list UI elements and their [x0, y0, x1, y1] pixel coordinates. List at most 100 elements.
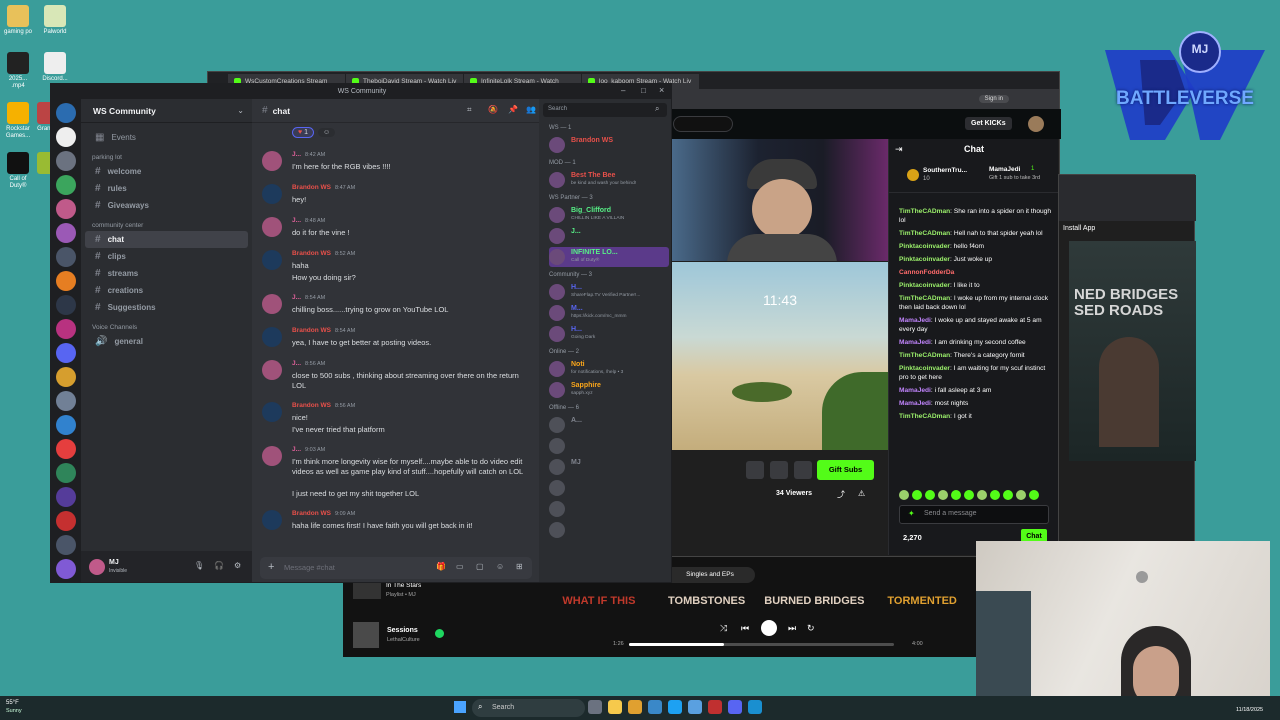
server-icon[interactable]: [56, 559, 76, 579]
threads-icon[interactable]: ⌗: [467, 105, 472, 115]
sparkle-icon[interactable]: [794, 461, 812, 479]
pin-icon[interactable]: 📌: [508, 105, 518, 114]
install-app-button[interactable]: Install App: [1063, 225, 1095, 232]
taskbar-app-icon[interactable]: [608, 700, 622, 714]
emote-icon[interactable]: [938, 490, 948, 500]
emote-icon[interactable]: [1029, 490, 1039, 500]
message-author[interactable]: Brandon WS: [292, 510, 331, 517]
channel-item[interactable]: # welcome: [85, 163, 248, 180]
desktop-shortcut[interactable]: Discord...: [40, 52, 70, 83]
emote-icon[interactable]: [990, 490, 1000, 500]
member-item[interactable]: Sapphire sapph.xyz: [549, 380, 669, 400]
events-link[interactable]: ▦ Events: [85, 129, 248, 146]
album-card[interactable]: TOMBSTONES: [653, 595, 761, 615]
member-item[interactable]: M... https://kick.com/mc_mmm: [549, 303, 669, 323]
taskbar-app-icon[interactable]: [648, 700, 662, 714]
maximize-icon[interactable]: □: [641, 86, 646, 95]
member-item[interactable]: INFINITE LO... Call of Duty®: [549, 247, 669, 267]
avatar[interactable]: [89, 559, 105, 575]
taskbar-app-icon[interactable]: [668, 700, 682, 714]
headphones-icon[interactable]: 🎧: [214, 561, 224, 570]
server-icon[interactable]: [56, 439, 76, 459]
channel-item[interactable]: # clips: [85, 248, 248, 265]
server-icon[interactable]: [56, 247, 76, 267]
avatar[interactable]: [262, 327, 282, 347]
message-author[interactable]: J...: [292, 294, 301, 301]
message-author[interactable]: J...: [292, 446, 301, 453]
desktop-shortcut[interactable]: 2025... .mp4: [3, 52, 33, 90]
taskbar-app-icon[interactable]: [708, 700, 722, 714]
server-icon[interactable]: [56, 343, 76, 363]
channel-category[interactable]: Voice Channels: [81, 316, 252, 333]
server-icon[interactable]: [56, 319, 76, 339]
sticker-icon[interactable]: ▢: [476, 562, 484, 571]
weather-temp[interactable]: 55°F: [6, 700, 19, 706]
start-icon[interactable]: [454, 701, 466, 713]
server-icon[interactable]: [56, 151, 76, 171]
album-card[interactable]: WHAT IF THIS: [545, 595, 653, 615]
avatar[interactable]: [262, 360, 282, 380]
album-card[interactable]: BURNED BRIDGES: [761, 595, 869, 615]
add-attachment-icon[interactable]: +: [268, 561, 274, 573]
pause-button[interactable]: [761, 620, 777, 636]
chat-username[interactable]: TimTheCADman: [899, 413, 950, 420]
channel-category[interactable]: community center: [81, 214, 252, 231]
taskbar-app-icon[interactable]: [728, 700, 742, 714]
taskbar-search[interactable]: ⌕ Search: [472, 699, 585, 717]
server-icon[interactable]: [56, 415, 76, 435]
chat-username[interactable]: TimTheCADman: [899, 208, 950, 215]
track-artist[interactable]: LethalCulture: [387, 637, 420, 643]
chat-username[interactable]: MamaJedi: [899, 317, 931, 324]
avatar[interactable]: [262, 151, 282, 171]
chat-username[interactable]: MamaJedi: [899, 400, 931, 407]
server-icon[interactable]: [56, 271, 76, 291]
server-icon[interactable]: [56, 103, 76, 123]
get-kicks-button[interactable]: Get KICKs: [965, 117, 1012, 130]
avatar[interactable]: [262, 217, 282, 237]
singles-and-eps-tab[interactable]: Singles and EPs: [665, 567, 755, 583]
server-icon[interactable]: [56, 463, 76, 483]
next-icon[interactable]: ⏭: [788, 623, 796, 634]
server-icon[interactable]: [56, 127, 76, 147]
server-icon[interactable]: [56, 223, 76, 243]
chat-username[interactable]: MamaJedi: [899, 339, 931, 346]
member-item[interactable]: H... ShareFlap.TV Verified Partner!...: [549, 282, 669, 302]
desktop-shortcut[interactable]: Palworld: [40, 5, 70, 36]
bell-icon[interactable]: [746, 461, 764, 479]
channel-item[interactable]: # rules: [85, 180, 248, 197]
share-icon[interactable]: ⤴: [837, 489, 845, 499]
server-icon[interactable]: [56, 295, 76, 315]
emote-icon[interactable]: [951, 490, 961, 500]
member-item[interactable]: Best The Bee be kind and wash your behind…: [549, 170, 669, 190]
taskbar-app-icon[interactable]: [688, 700, 702, 714]
avatar[interactable]: [262, 402, 282, 422]
message-author[interactable]: Brandon WS: [292, 184, 331, 191]
message-input[interactable]: + Message #chat 🎁 ▭ ▢ ☺ ⊞: [260, 557, 532, 579]
member-item[interactable]: A...: [549, 415, 669, 435]
saved-check-icon[interactable]: [435, 629, 444, 638]
gif-icon[interactable]: ▭: [456, 562, 464, 571]
close-icon[interactable]: ×: [659, 85, 664, 95]
chat-username[interactable]: CannonFodderDa: [899, 269, 954, 276]
server-icon[interactable]: [56, 199, 76, 219]
server-header[interactable]: WS Community ⌄: [81, 99, 252, 123]
gift-icon[interactable]: 🎁: [436, 562, 446, 571]
chat-username[interactable]: TimTheCADman: [899, 295, 950, 302]
member-item[interactable]: MJ: [549, 457, 669, 477]
repeat-icon[interactable]: ↻: [807, 623, 815, 634]
avatar[interactable]: [262, 294, 282, 314]
message-author[interactable]: J...: [292, 217, 301, 224]
server-icon[interactable]: [56, 487, 76, 507]
mute-icon[interactable]: 🔕: [488, 105, 498, 114]
send-message-input[interactable]: ✦ Send a message: [899, 505, 1049, 524]
heart-icon[interactable]: [770, 461, 788, 479]
channel-category[interactable]: parking lot: [81, 146, 252, 163]
channel-item[interactable]: # streams: [85, 265, 248, 282]
taskbar-app-icon[interactable]: [588, 700, 602, 714]
message-author[interactable]: Brandon WS: [292, 250, 331, 257]
emote-icon[interactable]: [977, 490, 987, 500]
member-item[interactable]: Noti for notifications, /help • 3: [549, 359, 669, 379]
avatar[interactable]: [262, 446, 282, 466]
member-item[interactable]: [549, 436, 669, 456]
members-icon[interactable]: 👥: [526, 105, 536, 114]
